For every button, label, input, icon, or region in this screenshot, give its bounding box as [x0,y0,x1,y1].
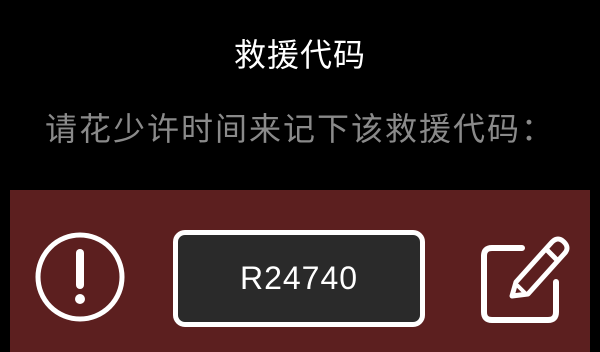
rescue-code-box: R24740 [173,230,425,327]
rescue-code-value: R24740 [239,260,359,296]
dialog-title: 救援代码 [233,36,366,74]
pencil-square-icon[interactable] [470,230,570,326]
dialog-message: 请花少许时间来记下该救援代码： [44,110,555,148]
rescue-code-panel: R24740 [10,190,590,352]
exclamation-circle-icon [35,232,125,322]
